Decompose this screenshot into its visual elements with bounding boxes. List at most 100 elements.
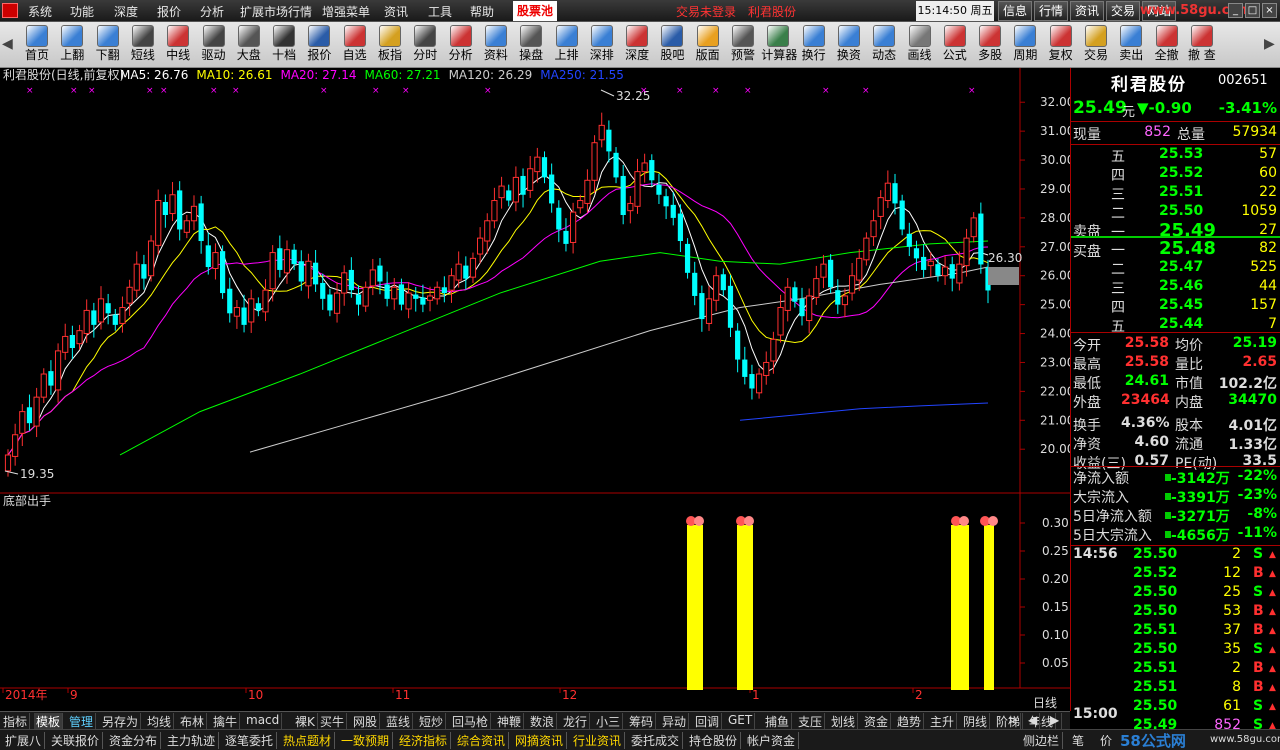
indicator-tab[interactable]: 均线	[145, 713, 175, 729]
indicator-tab[interactable]: 小三	[594, 713, 624, 729]
toolbar-button-21[interactable]: 预警	[726, 24, 760, 66]
toolbar-button-26[interactable]: 画线	[903, 24, 937, 66]
indicator-tab[interactable]: macd	[244, 713, 283, 729]
maximize-icon[interactable]: □	[1245, 3, 1260, 18]
toolbar-button-28[interactable]: 多股	[973, 24, 1007, 66]
toolbar-button-20[interactable]: 版面	[691, 24, 725, 66]
indicator-tab[interactable]: 网股	[351, 713, 381, 729]
indicator-tab[interactable]: 回调	[693, 713, 723, 729]
menu-stock-pool[interactable]: 股票池	[513, 1, 557, 21]
toolbar-button-19[interactable]: 股吧	[655, 24, 689, 66]
toolbar-button-1[interactable]: 首页	[20, 24, 54, 66]
indicator-tab[interactable]: 蓝线	[384, 713, 414, 729]
toolbar-button-16[interactable]: 上排	[550, 24, 584, 66]
extension-tab[interactable]: 帐户资金	[744, 732, 800, 749]
tab-info[interactable]: 信息	[998, 1, 1032, 21]
indicator-tab[interactable]: 短炒	[417, 713, 447, 729]
tabs-scroll-icon[interactable]: >	[1006, 713, 1022, 729]
extension-tab[interactable]: 持仓股份	[686, 732, 742, 749]
extension-tab[interactable]: 关联报价	[48, 732, 104, 749]
menu-system[interactable]: 系统	[28, 3, 52, 20]
indicator-tab[interactable]: 管理	[67, 713, 97, 729]
toolbar-button-17[interactable]: 深排	[585, 24, 619, 66]
extension-tab[interactable]: 一致预期	[338, 732, 394, 749]
indicator-tab[interactable]: 另存为	[100, 713, 142, 729]
indicator-tab[interactable]: 异动	[660, 713, 690, 729]
menu-help[interactable]: 帮助	[470, 3, 494, 20]
indicator-tab[interactable]: 数浪	[528, 713, 558, 729]
indicator-tab[interactable]: 划线	[829, 713, 859, 729]
toolbar-button-34[interactable]: 撤 查	[1185, 24, 1219, 66]
extension-tab[interactable]: 资金分布	[106, 732, 162, 749]
toolbar-button-4[interactable]: 短线	[126, 24, 160, 66]
toolbar-button-5[interactable]: 中线	[161, 24, 195, 66]
toolbar-button-3[interactable]: 下翻	[91, 24, 125, 66]
toolbar-button-33[interactable]: 全撤	[1150, 24, 1184, 66]
menu-news[interactable]: 资讯	[384, 3, 408, 20]
extension-tab[interactable]: 扩展八	[2, 732, 46, 749]
toolbar-button-8[interactable]: 十档	[267, 24, 301, 66]
close-icon[interactable]: ×	[1262, 3, 1277, 18]
toolbar-button-29[interactable]: 周期	[1008, 24, 1042, 66]
menu-extended-market[interactable]: 扩展市场行情	[240, 3, 312, 20]
tab-trade[interactable]: 交易	[1106, 1, 1140, 21]
indicator-tab[interactable]: 裸K	[293, 713, 318, 729]
toolbar-button-14[interactable]: 资料	[479, 24, 513, 66]
menu-depth[interactable]: 深度	[114, 3, 138, 20]
indicator-tab[interactable]: 趋势	[895, 713, 925, 729]
tabs-next-icon[interactable]: ▶	[1048, 713, 1063, 729]
price-tab[interactable]: 价	[1100, 732, 1112, 749]
indicator-tab[interactable]: 捕鱼	[763, 713, 793, 729]
extension-tab[interactable]: 主力轨迹	[164, 732, 220, 749]
extension-tab[interactable]: 逐笔委托	[222, 732, 278, 749]
menu-function[interactable]: 功能	[70, 3, 94, 20]
minimize-icon[interactable]: _	[1228, 3, 1243, 18]
indicator-tab[interactable]: 资金	[862, 713, 892, 729]
toolbar-button-25[interactable]: 动态	[867, 24, 901, 66]
tab-news[interactable]: 资讯	[1070, 1, 1104, 21]
toolbar-button-2[interactable]: 上翻	[55, 24, 89, 66]
extension-tab[interactable]: 综合资讯	[454, 732, 510, 749]
toolbar-button-15[interactable]: 操盘	[514, 24, 548, 66]
indicator-tab[interactable]: 指标	[1, 713, 31, 729]
indicator-tab[interactable]: 阴线	[961, 713, 991, 729]
indicator-tab[interactable]: 买牛	[318, 713, 348, 729]
app-logo-icon[interactable]	[2, 3, 18, 18]
indicator-tab[interactable]: 回马枪	[450, 713, 492, 729]
extension-tab[interactable]: 经济指标	[396, 732, 452, 749]
indicator-tab[interactable]: 布林	[178, 713, 208, 729]
indicator-tab[interactable]: 筹码	[627, 713, 657, 729]
indicator-tab[interactable]: GET	[726, 713, 756, 729]
kline-chart[interactable]: 32.00 31.00 30.00 29.00 28.00 27.00 26.00 25.00…	[0, 68, 1070, 711]
tab-market[interactable]: 行情	[1034, 1, 1068, 21]
toolbar-button-30[interactable]: 复权	[1044, 24, 1078, 66]
toolbar-button-24[interactable]: 换资	[832, 24, 866, 66]
side-panel-toggle[interactable]: 侧边栏	[1020, 732, 1064, 749]
extension-tab[interactable]: 委托成交	[628, 732, 684, 749]
toolbar-button-10[interactable]: 自选	[338, 24, 372, 66]
toolbar-scroll-right-icon[interactable]: ▶	[1264, 36, 1278, 56]
indicator-tab[interactable]: 擒牛	[211, 713, 241, 729]
tabs-prev-icon[interactable]: ◀	[1026, 713, 1041, 729]
menu-analysis[interactable]: 分析	[200, 3, 224, 20]
toolbar-button-7[interactable]: 大盘	[232, 24, 266, 66]
toolbar-button-27[interactable]: 公式	[938, 24, 972, 66]
extension-tab[interactable]: 热点题材	[280, 732, 336, 749]
extension-tab[interactable]: 网摘资讯	[512, 732, 568, 749]
menu-tools[interactable]: 工具	[428, 3, 452, 20]
menu-quote[interactable]: 报价	[157, 3, 181, 20]
toolbar-button-32[interactable]: 卖出	[1114, 24, 1148, 66]
menu-enhanced[interactable]: 增强菜单	[322, 3, 370, 20]
indicator-tab[interactable]: 龙行	[561, 713, 591, 729]
indicator-tab[interactable]: 主升	[928, 713, 958, 729]
toolbar-scroll-left-icon[interactable]: ◀	[2, 36, 16, 56]
toolbar-button-9[interactable]: 报价	[302, 24, 336, 66]
toolbar-button-18[interactable]: 深度	[620, 24, 654, 66]
toolbar-button-11[interactable]: 板指	[373, 24, 407, 66]
toolbar-button-12[interactable]: 分时	[408, 24, 442, 66]
indicator-tab[interactable]: 神鞭	[495, 713, 525, 729]
toolbar-button-23[interactable]: 换行	[797, 24, 831, 66]
toolbar-button-31[interactable]: 交易	[1079, 24, 1113, 66]
period-label[interactable]: 日线	[1033, 696, 1057, 710]
toolbar-button-6[interactable]: 驱动	[197, 24, 231, 66]
